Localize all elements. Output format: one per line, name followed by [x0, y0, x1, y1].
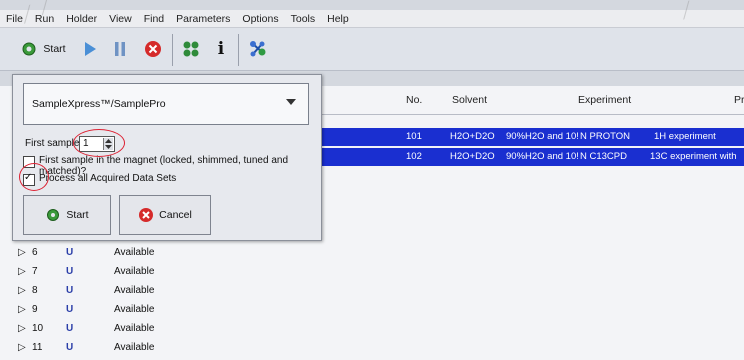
start-label: Start	[43, 43, 66, 55]
info-button[interactable]: i	[212, 36, 230, 62]
column-header-experiment[interactable]: Experiment	[578, 86, 631, 114]
holder-status: Available	[114, 342, 155, 353]
menu-parameters[interactable]: Parameters	[170, 13, 236, 25]
list-item[interactable]: ▷ 7 U Available	[14, 263, 314, 281]
list-item[interactable]: ▷ 10 U Available	[14, 320, 314, 338]
table-row[interactable]: 102 H2O+D2O 90%H2O and 10! N C13CPD 13C …	[320, 148, 744, 166]
play-icon	[85, 42, 96, 56]
gear-icon	[47, 209, 60, 221]
menu-find[interactable]: Find	[138, 13, 170, 25]
device-select-value: SampleXpress™/SamplePro	[32, 98, 166, 110]
molecule-icon	[250, 41, 266, 57]
pause-button[interactable]	[110, 36, 130, 62]
pause-icon	[115, 42, 125, 56]
toolbar-separator	[172, 34, 173, 66]
tube-icon: U	[66, 247, 74, 258]
dialog-start-button[interactable]: Start	[23, 195, 111, 235]
stop-icon	[145, 41, 161, 57]
first-sample-label: First sample	[25, 138, 80, 149]
holder-number: 11	[32, 342, 43, 353]
cancel-icon	[139, 208, 154, 222]
menu-file[interactable]: File	[0, 13, 29, 25]
holder-number: 9	[32, 304, 38, 315]
expand-icon[interactable]: ▷	[18, 342, 26, 353]
chevron-down-icon[interactable]	[286, 99, 296, 105]
list-item[interactable]: ▷ 6 U Available	[14, 244, 314, 262]
holder-status: Available	[114, 266, 155, 277]
menu-options[interactable]: Options	[236, 13, 284, 25]
menu-holder[interactable]: Holder	[60, 13, 103, 25]
list-item[interactable]: ▷ 11 U Available	[14, 339, 314, 357]
toolbar: Start i	[0, 28, 744, 71]
menu-bar: File Run Holder View Find Parameters Opt…	[0, 10, 744, 28]
table-row[interactable]: 101 H2O+D2O 90%H2O and 10! N PROTON 1H e…	[320, 128, 744, 146]
menu-tools[interactable]: Tools	[285, 13, 322, 25]
highlight-circle	[19, 163, 49, 191]
row-experiment: N PROTON	[580, 131, 630, 142]
column-header-solvent[interactable]: Solvent	[452, 86, 487, 114]
tube-icon: U	[66, 285, 74, 296]
holder-number: 7	[32, 266, 38, 277]
stop-button[interactable]	[142, 36, 164, 62]
dialog-cancel-label: Cancel	[159, 209, 192, 221]
row-extra: 13C experiment with	[650, 151, 737, 162]
expand-icon[interactable]: ▷	[18, 285, 26, 296]
list-item[interactable]: ▷ 8 U Available	[14, 282, 314, 300]
clover-icon	[183, 41, 199, 57]
menu-help[interactable]: Help	[321, 13, 355, 25]
play-button[interactable]	[80, 36, 100, 62]
column-header-no[interactable]: No.	[406, 86, 422, 114]
holder-status: Available	[114, 247, 155, 258]
dialog-cancel-button[interactable]: Cancel	[119, 195, 211, 235]
list-item[interactable]: ▷ 9 U Available	[14, 301, 314, 319]
gear-icon	[22, 42, 36, 56]
row-solvent: H2O+D2O	[450, 131, 495, 142]
holder-status: Available	[114, 323, 155, 334]
expand-icon[interactable]: ▷	[18, 304, 26, 315]
row-extra: 1H experiment	[654, 131, 716, 142]
row-description: 90%H2O and 10!	[506, 131, 579, 142]
holder-status: Available	[114, 304, 155, 315]
row-experiment: N C13CPD	[580, 151, 627, 162]
tube-icon: U	[66, 323, 74, 334]
tube-icon: U	[66, 266, 74, 277]
holder-number: 10	[32, 323, 44, 334]
header-divider	[320, 114, 744, 115]
device-select[interactable]: SampleXpress™/SamplePro	[23, 83, 309, 125]
menu-view[interactable]: View	[103, 13, 138, 25]
expand-icon[interactable]: ▷	[18, 323, 26, 334]
toolbar-separator	[238, 34, 239, 66]
expand-icon[interactable]: ▷	[18, 266, 26, 277]
row-description: 90%H2O and 10!	[506, 151, 579, 162]
menu-run[interactable]: Run	[29, 13, 60, 25]
tube-icon: U	[66, 304, 74, 315]
column-header-pr[interactable]: Pr	[734, 86, 744, 114]
start-button[interactable]: Start	[18, 36, 68, 62]
tube-icon: U	[66, 342, 74, 353]
holder-number: 8	[32, 285, 38, 296]
molecule-button[interactable]	[246, 36, 270, 62]
highlight-circle	[73, 129, 125, 157]
holder-number: 6	[32, 247, 38, 258]
dialog-start-label: Start	[66, 209, 89, 221]
start-dialog: SampleXpress™/SamplePro First sample 1 F…	[12, 74, 322, 241]
expand-icon[interactable]: ▷	[18, 247, 26, 258]
row-no: 101	[406, 131, 422, 142]
holder-status: Available	[114, 285, 155, 296]
row-no: 102	[406, 151, 422, 162]
clover-button[interactable]	[180, 36, 202, 62]
process-checkbox-label: Process all Acquired Data Sets	[39, 173, 177, 184]
row-solvent: H2O+D2O	[450, 151, 495, 162]
